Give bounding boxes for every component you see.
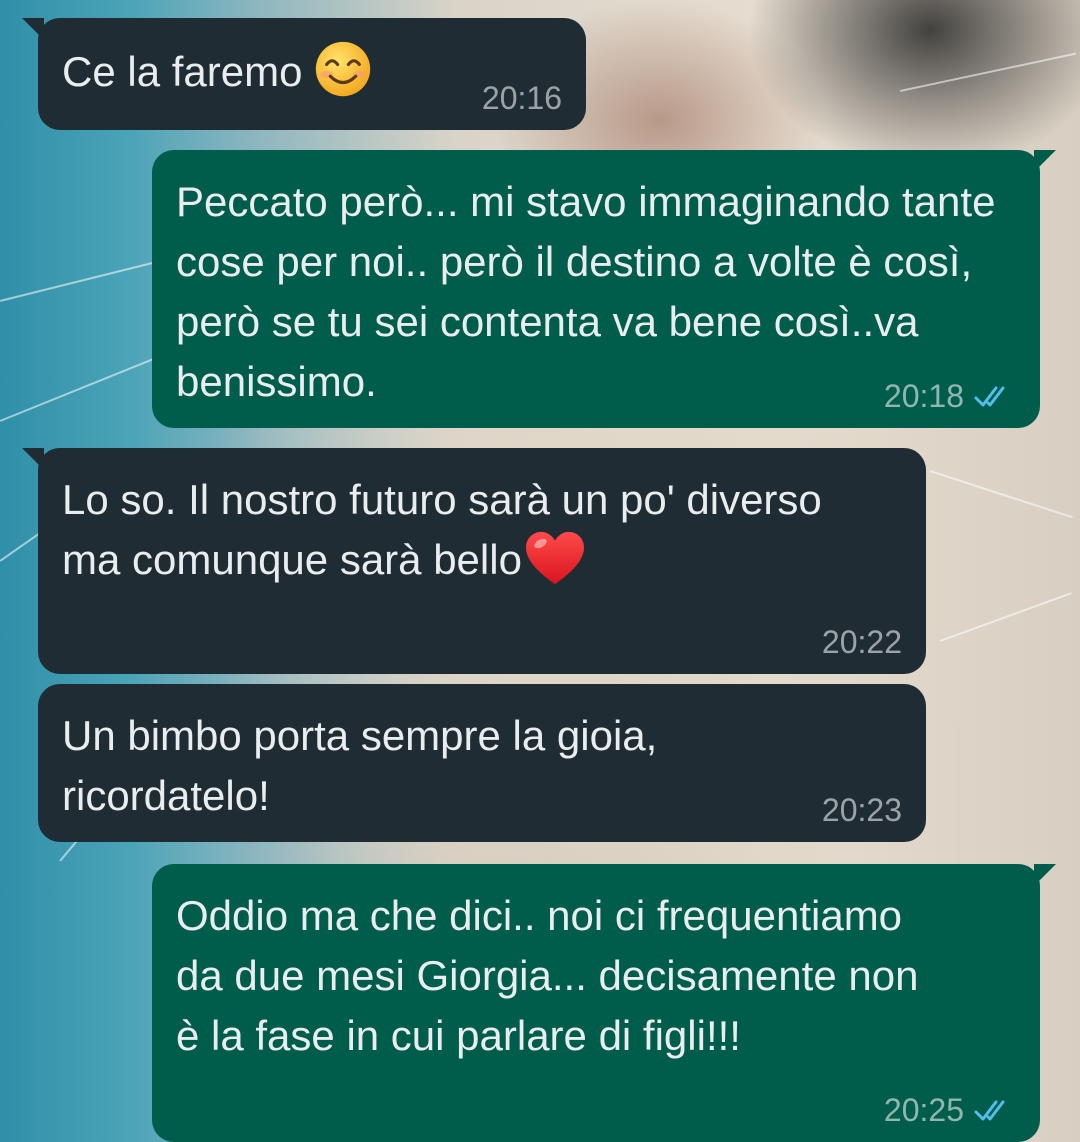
- wallpaper-decoration: [929, 470, 1073, 519]
- message-bubble-incoming[interactable]: Ce la faremo 20:16: [22, 18, 586, 130]
- message-time: 20:22: [821, 624, 902, 660]
- wallpaper-decoration: [939, 592, 1072, 642]
- read-ticks-icon: [974, 386, 1005, 407]
- message-text-row: Lo so. Il nostro futuro sarà un po' dive…: [62, 470, 902, 590]
- message-meta: 20:22: [822, 622, 902, 662]
- message-time: 20:23: [821, 792, 902, 828]
- message-text: Lo so. Il nostro futuro sarà un po' dive…: [62, 476, 822, 583]
- message-bubble-outgoing[interactable]: Peccato però... mi stavo immaginando tan…: [152, 150, 1056, 428]
- message-time: 20:18: [883, 378, 964, 414]
- message-bubble-outgoing[interactable]: Oddio ma che dici.. noi ci frequentiamo …: [152, 864, 1056, 1142]
- message-bubble-incoming[interactable]: Un bimbo porta sempre la gioia, ricordat…: [38, 684, 926, 842]
- message-meta: 20:16: [482, 78, 562, 118]
- message-meta: 20:18: [884, 376, 1016, 416]
- red-heart-icon: [525, 531, 584, 585]
- message-meta: 20:25: [884, 1090, 1016, 1130]
- message-text: Un bimbo porta sempre la gioia, ricordat…: [62, 712, 658, 819]
- message-bubble-incoming[interactable]: Lo so. Il nostro futuro sarà un po' dive…: [22, 448, 926, 674]
- message-text: Ce la faremo: [62, 48, 303, 95]
- read-ticks-icon: [974, 1100, 1005, 1121]
- smiling-face-icon: [316, 41, 371, 97]
- message-time: 20:25: [883, 1092, 964, 1128]
- wallpaper-decoration: [899, 52, 1077, 92]
- message-time: 20:16: [481, 80, 562, 116]
- message-meta: 20:23: [822, 790, 902, 830]
- message-text: Oddio ma che dici.. noi ci frequentiamo …: [176, 892, 919, 1059]
